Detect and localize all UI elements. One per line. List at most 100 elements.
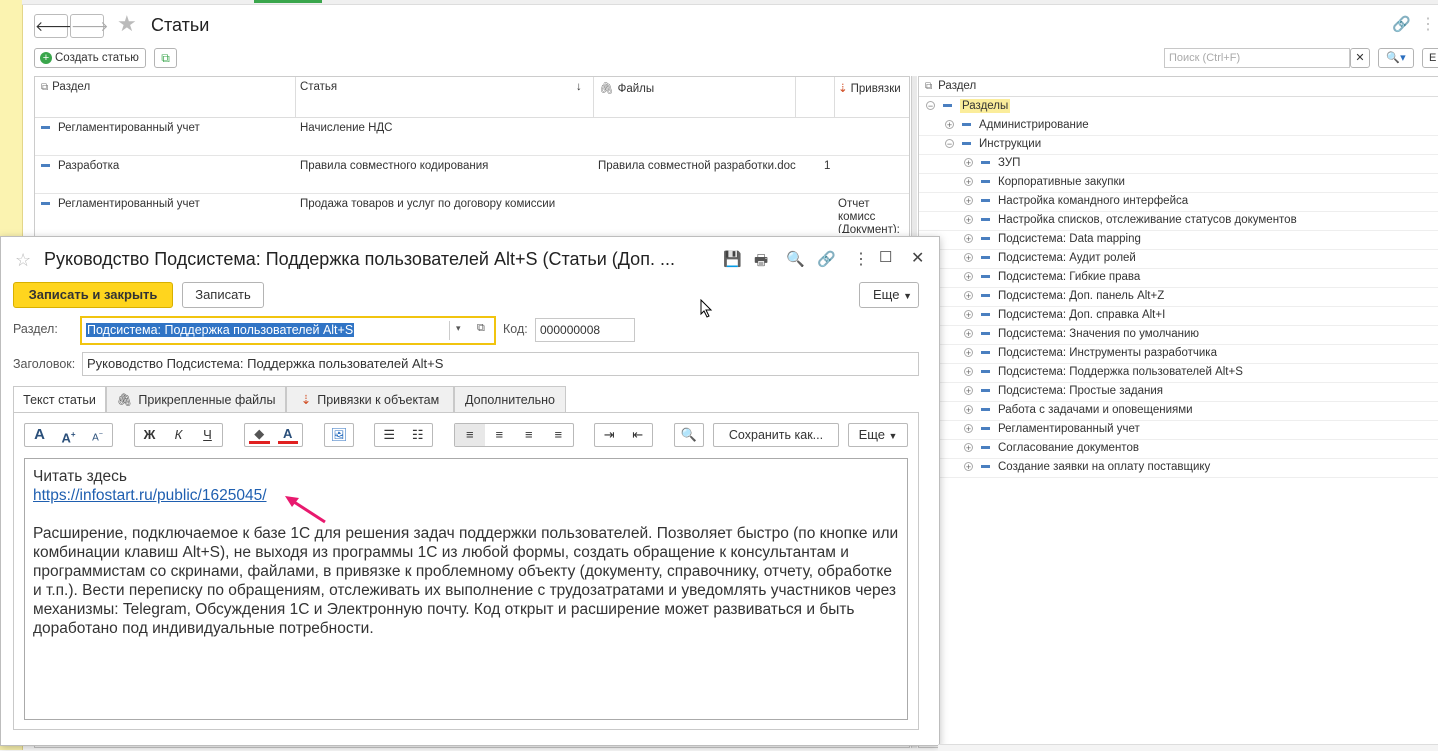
tab-object-bindings[interactable]: ⇣ Привязки к объектам — [286, 386, 454, 412]
col-section[interactable]: ⧉ Раздел — [41, 81, 90, 93]
close-icon[interactable]: ✕ — [911, 248, 924, 268]
font-shrink-icon[interactable]: A− — [83, 424, 112, 446]
tree-header[interactable]: ⧉ Раздел — [925, 80, 976, 92]
align-center-icon[interactable]: ≡ — [485, 424, 515, 446]
bullet-list-icon[interactable]: ☰ — [375, 424, 404, 446]
indent-increase-icon[interactable]: ⇥ — [595, 424, 624, 446]
search-button[interactable]: 🔍▾ — [1378, 48, 1414, 68]
expand-icon[interactable]: + — [945, 120, 954, 130]
tree-item[interactable]: + Корпоративные закупки — [964, 173, 1125, 192]
text-color-icon[interactable]: A — [277, 426, 298, 444]
forward-button[interactable]: 🡒 — [70, 14, 109, 38]
tab-additional[interactable]: Дополнительно — [454, 386, 566, 412]
align-justify-icon[interactable]: ≡ — [544, 424, 574, 446]
expand-icon[interactable]: + — [964, 253, 973, 263]
tree-item[interactable]: + Подсистема: Аудит ролей — [964, 249, 1136, 268]
heading-input[interactable]: Руководство Подсистема: Поддержка пользо… — [82, 352, 919, 376]
font-icon[interactable]: A — [25, 424, 54, 446]
table-row[interactable]: Регламентированный учет Продажа товаров … — [35, 193, 909, 233]
search-input[interactable]: Поиск (Ctrl+F) — [1164, 48, 1350, 68]
more-vertical-icon[interactable]: ⋮ — [1420, 14, 1436, 34]
table-row[interactable]: Разработка Правила совместного кодирован… — [35, 155, 909, 194]
clear-search-button[interactable]: ✕ — [1350, 48, 1370, 68]
print-icon[interactable]: 🖶 — [754, 250, 768, 275]
preview-icon[interactable]: 🔍 — [786, 250, 805, 268]
open-icon[interactable]: ⧉ — [477, 322, 485, 335]
align-left-icon[interactable]: ≡ — [455, 424, 485, 446]
insert-image-button[interactable]: 🖼 — [324, 423, 354, 447]
col-files[interactable]: 🖇 Файлы — [599, 81, 654, 95]
tree-root[interactable]: − Разделы — [926, 97, 1011, 116]
expand-icon[interactable]: + — [964, 462, 973, 472]
more-vertical-icon[interactable]: ⋮ — [853, 249, 869, 269]
more-button[interactable]: Еще ▼ — [859, 282, 919, 308]
favorite-star-icon[interactable]: ★ — [117, 11, 137, 37]
tree-item[interactable]: + Подсистема: Гибкие права — [964, 268, 1140, 287]
expand-icon[interactable]: + — [964, 234, 973, 244]
collapse-icon[interactable]: − — [945, 139, 954, 149]
more-button-main[interactable]: Е — [1422, 48, 1438, 68]
align-right-icon[interactable]: ≡ — [514, 424, 544, 446]
expand-icon[interactable]: + — [964, 272, 973, 282]
expand-icon[interactable]: + — [964, 405, 973, 415]
editor-more-button[interactable]: Еще ▼ — [848, 423, 908, 447]
link-icon[interactable]: 🔗 — [1392, 15, 1411, 33]
code-input[interactable]: 000000008 — [535, 318, 635, 342]
expand-icon[interactable]: + — [964, 386, 973, 396]
tree-item[interactable]: + Подсистема: Простые задания — [964, 382, 1163, 401]
expand-icon[interactable]: + — [964, 215, 973, 225]
expand-icon[interactable]: + — [964, 367, 973, 377]
tree-item[interactable]: + Настройка командного интерфейса — [964, 192, 1188, 211]
save-as-button[interactable]: Сохранить как... — [713, 423, 839, 447]
expand-icon[interactable]: + — [964, 196, 973, 206]
save-icon[interactable]: 💾 — [723, 250, 742, 268]
tab-article-text[interactable]: Текст статьи — [13, 386, 106, 413]
expand-icon[interactable]: + — [964, 443, 973, 453]
expand-icon[interactable]: + — [964, 177, 973, 187]
tree-item[interactable]: + Подсистема: Data mapping — [964, 230, 1141, 249]
table-row[interactable]: Регламентированный учет Начисление НДС — [35, 117, 909, 156]
article-editor[interactable]: Читать здесь https://infostart.ru/public… — [24, 458, 908, 720]
bold-icon[interactable]: Ж — [135, 424, 164, 446]
tree-item[interactable]: + Подсистема: Инструменты разработчика — [964, 344, 1217, 363]
col-article[interactable]: Статья — [300, 81, 337, 93]
expand-icon[interactable]: + — [964, 348, 973, 358]
tree-item[interactable]: + Администрирование — [945, 116, 1089, 135]
expand-icon[interactable]: + — [964, 158, 973, 168]
maximize-icon[interactable]: ☐ — [879, 248, 892, 266]
expand-icon[interactable]: + — [964, 291, 973, 301]
create-article-button[interactable]: + Создать статью — [34, 48, 146, 68]
tree-item[interactable]: + Подсистема: Доп. справка Alt+I — [964, 306, 1165, 325]
expand-icon[interactable]: + — [964, 310, 973, 320]
tree-item[interactable]: − Инструкции — [945, 135, 1041, 154]
tree-item[interactable]: + Подсистема: Доп. панель Alt+Z — [964, 287, 1164, 306]
numbered-list-icon[interactable]: ☷ — [404, 424, 433, 446]
expand-icon[interactable]: + — [964, 329, 973, 339]
create-copy-button[interactable]: ⧉ — [154, 48, 177, 68]
article-link[interactable]: https://infostart.ru/public/1625045/ — [33, 487, 267, 504]
tree-item[interactable]: + Создание заявки на оплату поставщику — [964, 458, 1210, 477]
expand-icon[interactable]: + — [964, 424, 973, 434]
section-field[interactable]: Подсистема: Поддержка пользователей Alt+… — [80, 316, 496, 345]
tree-item[interactable]: + Настройка списков, отслеживание статусо… — [964, 211, 1297, 230]
font-grow-icon[interactable]: A+ — [54, 424, 83, 446]
underline-icon[interactable]: Ч — [193, 424, 222, 446]
save-button[interactable]: Записать — [182, 282, 264, 308]
tree-item[interactable]: + Подсистема: Значения по умолчанию — [964, 325, 1199, 344]
tab-attached-files[interactable]: 🖇 Прикрепленные файлы — [106, 386, 286, 412]
col-bindings[interactable]: ⇣ Привязки — [838, 81, 901, 95]
indent-decrease-icon[interactable]: ⇤ — [624, 424, 653, 446]
preview-button[interactable]: 🔍 — [674, 423, 704, 447]
tree-item[interactable]: + Подсистема: Поддержка пользователей Alt… — [964, 363, 1243, 382]
tree-item[interactable]: + Согласование документов — [964, 439, 1139, 458]
tree-item[interactable]: + ЗУП — [964, 154, 1020, 173]
link-icon[interactable]: 🔗 — [817, 250, 836, 268]
italic-icon[interactable]: К — [164, 424, 193, 446]
tree-item[interactable]: + Регламентированный учет — [964, 420, 1140, 439]
dropdown-icon[interactable]: ▾ — [456, 323, 461, 334]
save-close-button[interactable]: Записать и закрыть — [13, 282, 173, 308]
fill-color-icon[interactable]: ◆ — [249, 426, 270, 444]
star-icon[interactable]: ☆ — [15, 250, 31, 271]
tree-item[interactable]: + Работа с задачами и оповещениями — [964, 401, 1193, 420]
section-input[interactable]: Подсистема: Поддержка пользователей Alt+… — [86, 323, 355, 337]
